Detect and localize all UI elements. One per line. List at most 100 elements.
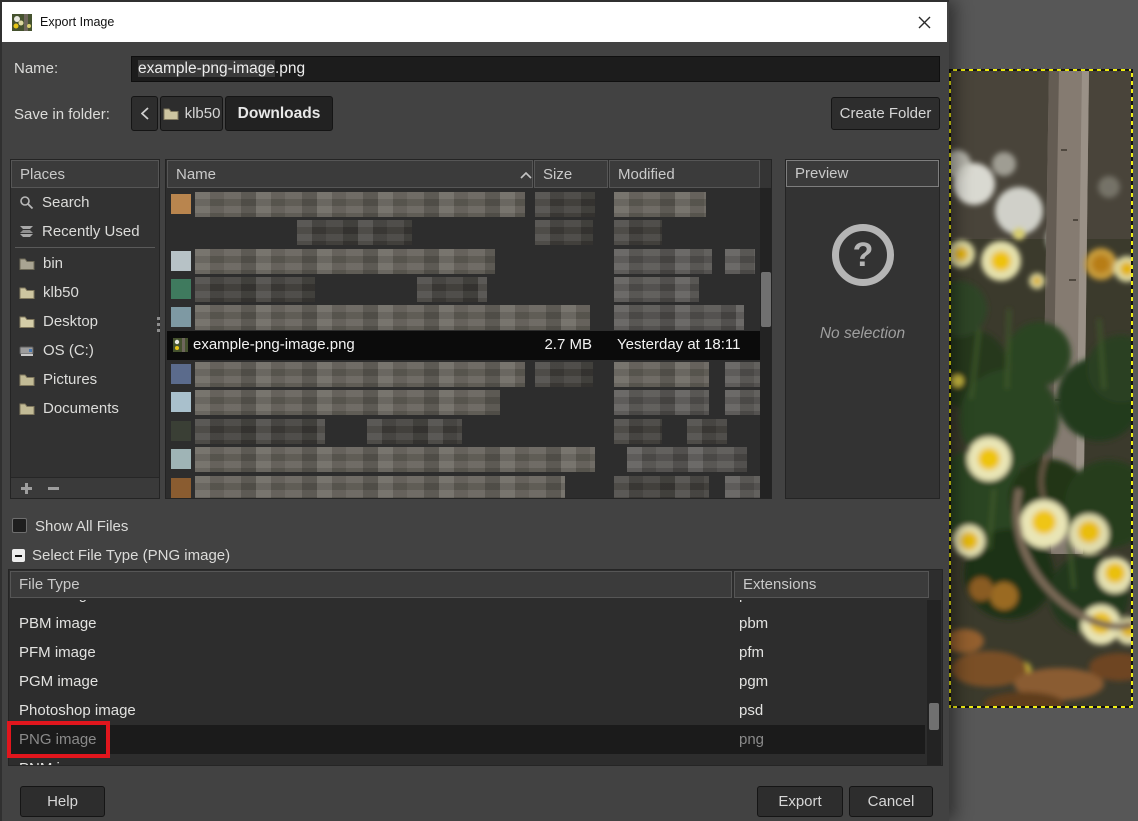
place-item-bin[interactable]: bin (11, 249, 159, 278)
create-folder-button[interactable]: Create Folder (831, 97, 940, 130)
blurred-file-row[interactable] (167, 388, 760, 417)
path-button-downloads[interactable]: Downloads (225, 96, 333, 131)
column-header-modified[interactable]: Modified (609, 160, 760, 188)
place-item-os-c[interactable]: OS (C:) (11, 336, 159, 365)
help-button-label: Help (47, 793, 78, 810)
column-label: Name (176, 166, 216, 183)
file-type-row-pgm[interactable]: PGM imagepgm (9, 667, 925, 696)
blurred-file-row[interactable] (167, 190, 760, 219)
place-item-label: klb50 (43, 284, 79, 301)
show-all-files-label: Show All Files (35, 518, 128, 535)
remove-place-icon[interactable] (48, 483, 59, 494)
dialog-titlebar[interactable]: Export Image (2, 2, 947, 42)
preview-header-label: Preview (795, 165, 848, 182)
export-image-dialog: Export Image Name: example-png-image.png… (0, 0, 949, 821)
places-header[interactable]: Places (11, 160, 159, 188)
hard-drive-icon (19, 344, 35, 357)
file-name: example-png-image.png (193, 336, 355, 353)
file-type-expander-collapse-icon[interactable] (12, 549, 25, 562)
place-item-label: OS (C:) (43, 342, 94, 359)
column-header-extensions[interactable]: Extensions (734, 571, 929, 598)
folder-icon (19, 286, 35, 299)
file-type-row-png-selected[interactable]: PNG imagepng (9, 725, 925, 754)
name-label: Name: (14, 60, 58, 77)
place-item-klb50[interactable]: klb50 (11, 278, 159, 307)
sort-ascending-icon (520, 172, 532, 179)
selected-file-row[interactable]: example-png-image.png 2.7 MB Yesterday a… (167, 331, 760, 360)
export-button-label: Export (778, 793, 821, 810)
save-in-folder-label: Save in folder: (14, 106, 110, 123)
close-button[interactable] (911, 10, 937, 34)
column-label: Size (543, 166, 572, 183)
gimp-screen: Export Image Name: example-png-image.png… (0, 0, 1138, 821)
filename-extension-text: .png (275, 60, 305, 77)
cancel-button[interactable]: Cancel (849, 786, 933, 817)
recent-files-icon (19, 225, 34, 239)
file-type-row-pnm-clipped[interactable]: PNM imagepnm (9, 754, 925, 766)
file-type-scrollbar-thumb[interactable] (929, 703, 939, 730)
place-item-recently-used[interactable]: Recently Used (11, 217, 159, 246)
blurred-file-row[interactable] (167, 474, 760, 498)
filename-input[interactable]: example-png-image.png (131, 56, 940, 82)
layer-boundary-bottom (949, 706, 1133, 708)
place-item-desktop[interactable]: Desktop (11, 307, 159, 336)
preview-panel: Preview ? No selection (785, 159, 940, 499)
place-item-label: bin (43, 255, 63, 272)
place-item-label: Search (42, 194, 90, 211)
canvas-image-flowers (949, 69, 1133, 708)
file-type-row-clipped[interactable]: PAM imagepam (9, 600, 925, 609)
pane-splitter-handle[interactable] (157, 317, 161, 335)
place-item-pictures[interactable]: Pictures (11, 365, 159, 394)
blurred-file-row[interactable] (167, 275, 760, 304)
folder-icon (19, 402, 35, 415)
place-item-label: Desktop (43, 313, 98, 330)
dialog-title: Export Image (40, 15, 114, 29)
file-type-row-pbm[interactable]: PBM imagepbm (9, 609, 925, 638)
places-header-label: Places (20, 166, 65, 183)
file-type-row-psd[interactable]: Photoshop imagepsd (9, 696, 925, 725)
blurred-file-row[interactable] (167, 417, 760, 446)
file-rows-area: example-png-image.png 2.7 MB Yesterday a… (167, 188, 760, 498)
column-header-name[interactable]: Name (167, 160, 533, 188)
folder-icon (19, 315, 35, 328)
layer-boundary-right (1131, 69, 1133, 708)
folder-icon (19, 257, 35, 270)
search-icon (19, 195, 34, 210)
file-size: 2.7 MB (517, 336, 592, 353)
places-separator (15, 247, 155, 248)
image-thumbnail-icon (173, 338, 188, 352)
add-place-icon[interactable] (21, 483, 32, 494)
places-panel: Places Search Recently Used bin klb50 (10, 159, 160, 499)
file-type-table: File Type Extensions PAM imagepam PBM im… (8, 569, 943, 766)
column-label: Modified (618, 166, 675, 183)
export-button[interactable]: Export (757, 786, 843, 817)
folder-icon (19, 373, 35, 386)
path-parent-label: klb50 (185, 105, 221, 122)
show-all-files-checkbox[interactable] (12, 518, 27, 533)
path-back-button[interactable] (131, 96, 158, 131)
column-label: File Type (19, 576, 80, 593)
blurred-file-row[interactable] (167, 247, 760, 276)
column-header-file-type[interactable]: File Type (10, 571, 732, 598)
path-button-klb50[interactable]: klb50 (160, 96, 223, 131)
blurred-file-row[interactable] (167, 360, 760, 389)
help-button[interactable]: Help (20, 786, 105, 817)
chevron-left-icon (141, 107, 149, 120)
blurred-file-row[interactable] (167, 445, 760, 474)
column-label: Extensions (743, 576, 816, 593)
file-type-expander-label[interactable]: Select File Type (PNG image) (32, 547, 230, 564)
create-folder-label: Create Folder (840, 105, 932, 122)
file-list-scrollbar[interactable] (760, 188, 772, 498)
place-item-documents[interactable]: Documents (11, 394, 159, 423)
place-item-label: Documents (43, 400, 119, 417)
file-list-scrollbar-thumb[interactable] (761, 272, 771, 327)
blurred-file-row[interactable] (167, 218, 760, 247)
column-header-size[interactable]: Size (534, 160, 608, 188)
flower-photo-illustration (949, 69, 1133, 708)
file-type-scrollbar[interactable] (927, 600, 941, 765)
place-item-search[interactable]: Search (11, 188, 159, 217)
preview-header: Preview (786, 160, 939, 187)
blurred-file-row[interactable] (167, 303, 760, 332)
file-type-row-pfm[interactable]: PFM imagepfm (9, 638, 925, 667)
cancel-button-label: Cancel (868, 793, 915, 810)
